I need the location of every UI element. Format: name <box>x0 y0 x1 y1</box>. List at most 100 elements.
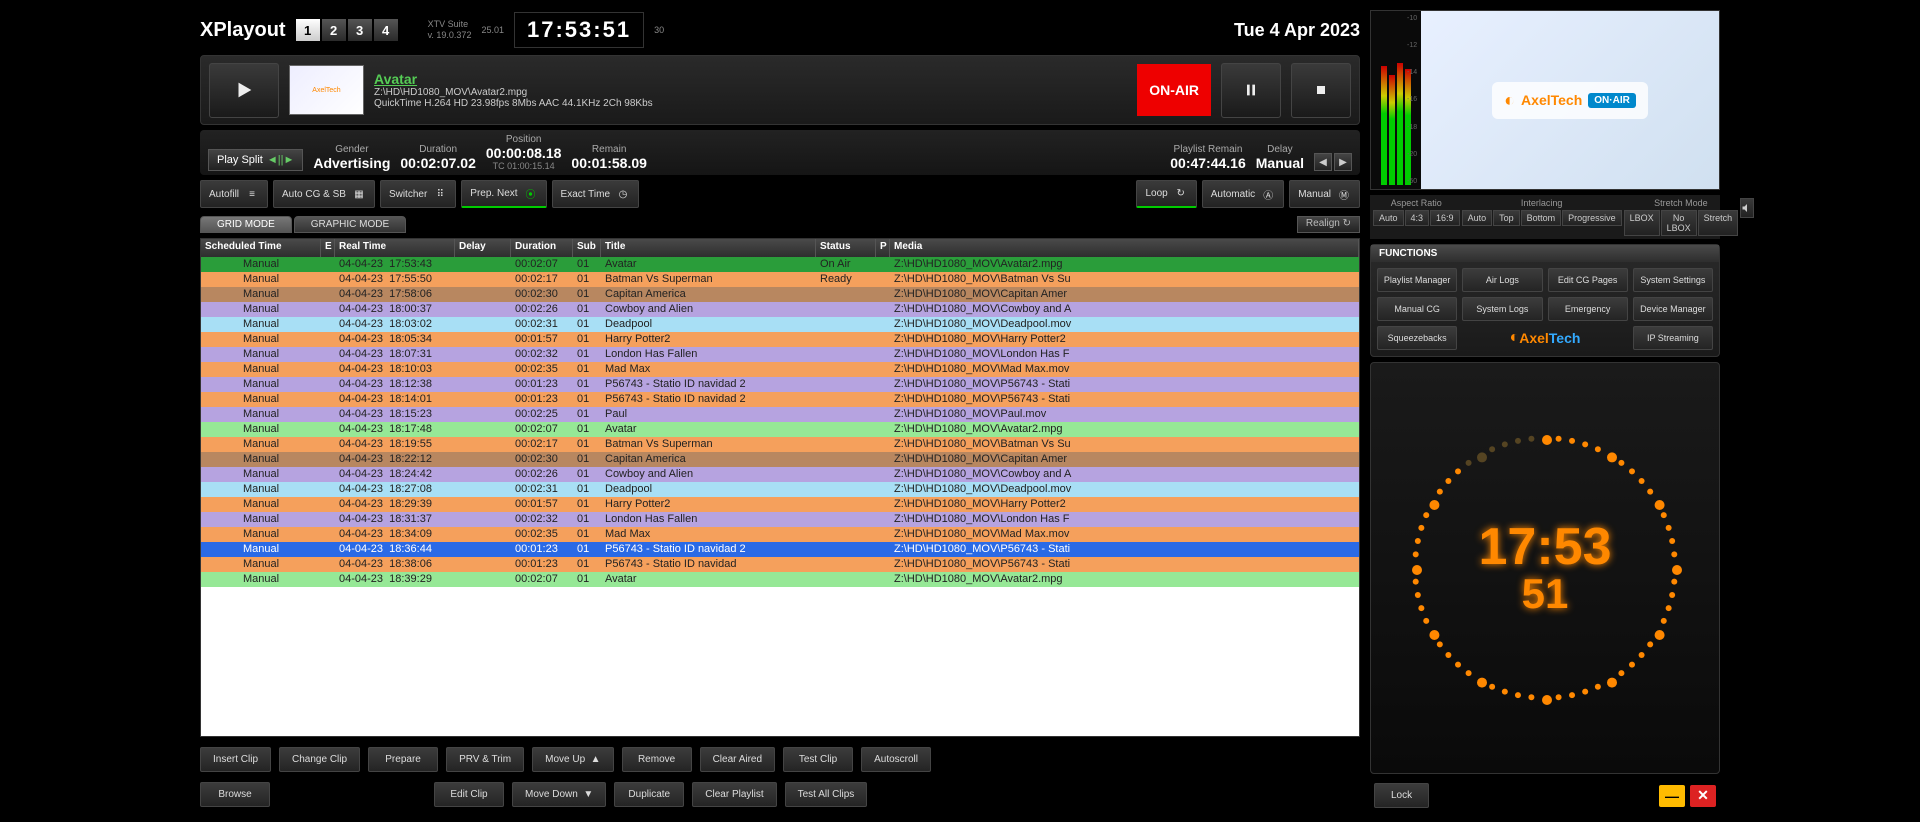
aspect-169[interactable]: 16:9 <box>1430 210 1460 226</box>
fn-system-logs[interactable]: System Logs <box>1462 297 1542 321</box>
playlist-header: Scheduled Time E Real Time Delay Duratio… <box>201 239 1359 257</box>
channel-tab-4[interactable]: 4 <box>374 19 398 41</box>
header: XPlayout 1 2 3 4 XTV Suite v. 19.0.372 2… <box>200 10 1360 50</box>
mute-button[interactable] <box>1740 198 1754 218</box>
interlace-auto[interactable]: Auto <box>1462 210 1493 226</box>
table-row[interactable]: Manual04-04-23 18:14:0100:01:2301P56743 … <box>201 392 1359 407</box>
header-clock: 17:53:51 <box>514 12 644 48</box>
nav-next-button[interactable]: ▶ <box>1334 153 1352 171</box>
action-autoscroll[interactable]: Autoscroll <box>861 747 931 772</box>
table-row[interactable]: Manual04-04-23 18:22:1200:02:3001Capitan… <box>201 452 1359 467</box>
action-browse[interactable]: Browse <box>200 782 270 807</box>
col-duration[interactable]: Duration <box>511 239 573 257</box>
action-prv-trim[interactable]: PRV & Trim <box>446 747 524 772</box>
action-duplicate[interactable]: Duplicate <box>614 782 684 807</box>
realign-button[interactable]: Realign ↻ <box>1297 216 1360 233</box>
audio-meters: -10-12-14-16-18-20-50 <box>1371 11 1421 189</box>
minimize-button[interactable]: — <box>1659 785 1685 807</box>
autocg-button[interactable]: Auto CG & SB▦ <box>273 180 375 208</box>
table-row[interactable]: Manual04-04-23 18:27:0800:02:3101Deadpoo… <box>201 482 1359 497</box>
action-remove[interactable]: Remove <box>622 747 692 772</box>
nav-prev-button[interactable]: ◀ <box>1314 153 1332 171</box>
table-row[interactable]: Manual04-04-23 18:10:0300:02:3501Mad Max… <box>201 362 1359 377</box>
autofill-button[interactable]: Autofill≡ <box>200 180 268 208</box>
channel-tab-1[interactable]: 1 <box>296 19 320 41</box>
col-scheduled[interactable]: Scheduled Time <box>201 239 321 257</box>
table-row[interactable]: Manual04-04-23 18:34:0900:02:3501Mad Max… <box>201 527 1359 542</box>
table-row[interactable]: Manual04-04-23 18:15:2300:02:2501PaulZ:\… <box>201 407 1359 422</box>
col-media[interactable]: Media <box>890 239 1359 257</box>
aspect-auto[interactable]: Auto <box>1373 210 1404 226</box>
channel-tab-2[interactable]: 2 <box>322 19 346 41</box>
action-test-clip[interactable]: Test Clip <box>783 747 853 772</box>
fn-manual-cg[interactable]: Manual CG <box>1377 297 1457 321</box>
table-row[interactable]: Manual04-04-23 17:55:5000:02:1701Batman … <box>201 272 1359 287</box>
loop-button[interactable]: Loop↻ <box>1136 180 1196 208</box>
table-row[interactable]: Manual04-04-23 18:31:3700:02:3201London … <box>201 512 1359 527</box>
fn-squeezebacks[interactable]: Squeezebacks <box>1377 326 1457 350</box>
manual-button[interactable]: ManualⓂ <box>1289 180 1360 208</box>
switcher-button[interactable]: Switcher⠿ <box>380 180 456 208</box>
play-button[interactable] <box>209 63 279 118</box>
table-row[interactable]: Manual04-04-23 18:38:0600:01:2301P56743 … <box>201 557 1359 572</box>
table-row[interactable]: Manual04-04-23 18:00:3700:02:2601Cowboy … <box>201 302 1359 317</box>
col-e[interactable]: E <box>321 239 335 257</box>
fn-system-settings[interactable]: System Settings <box>1633 268 1713 292</box>
play-icon <box>233 79 255 101</box>
fn-edit-cg-pages[interactable]: Edit CG Pages <box>1548 268 1628 292</box>
close-button[interactable]: ✕ <box>1690 785 1716 807</box>
stretch-lbox[interactable]: LBOX <box>1624 210 1660 236</box>
table-row[interactable]: Manual04-04-23 18:17:4800:02:0701AvatarZ… <box>201 422 1359 437</box>
clock-icon: ◷ <box>616 187 630 201</box>
table-row[interactable]: Manual04-04-23 17:58:0600:02:3001Capitan… <box>201 287 1359 302</box>
fn-playlist-manager[interactable]: Playlist Manager <box>1377 268 1457 292</box>
action-move-up[interactable]: Move Up ▲ <box>532 747 613 772</box>
interlace-progressive[interactable]: Progressive <box>1562 210 1622 226</box>
pause-button[interactable] <box>1221 63 1281 118</box>
grid-mode-tab[interactable]: GRID MODE <box>200 216 292 233</box>
fn-air-logs[interactable]: Air Logs <box>1462 268 1542 292</box>
interlace-top[interactable]: Top <box>1493 210 1520 226</box>
stretch-stretch[interactable]: Stretch <box>1698 210 1739 236</box>
table-row[interactable]: Manual04-04-23 18:03:0200:02:3101Deadpoo… <box>201 317 1359 332</box>
automatic-button[interactable]: AutomaticⒶ <box>1202 180 1284 208</box>
fn-device-manager[interactable]: Device Manager <box>1633 297 1713 321</box>
action-clear-aired[interactable]: Clear Aired <box>700 747 775 772</box>
action-change-clip[interactable]: Change Clip <box>279 747 360 772</box>
play-split-button[interactable]: Play Split ◄||► <box>208 149 303 171</box>
col-title[interactable]: Title <box>601 239 816 257</box>
col-status[interactable]: Status <box>816 239 876 257</box>
fn-ip-streaming[interactable]: IP Streaming <box>1633 326 1713 350</box>
col-sub[interactable]: Sub <box>573 239 601 257</box>
fn-emergency[interactable]: Emergency <box>1548 297 1628 321</box>
interlacing-label: Interlacing <box>1462 198 1622 208</box>
action-move-down[interactable]: Move Down ▼ <box>512 782 606 807</box>
action-insert-clip[interactable]: Insert Clip <box>200 747 271 772</box>
action-edit-clip[interactable]: Edit Clip <box>434 782 504 807</box>
graphic-mode-tab[interactable]: GRAPHIC MODE <box>294 216 406 233</box>
aspect-43[interactable]: 4:3 <box>1405 210 1430 226</box>
stretch-nolbox[interactable]: No LBOX <box>1661 210 1697 236</box>
exact-time-button[interactable]: Exact Time◷ <box>552 180 639 208</box>
col-p[interactable]: P <box>876 239 890 257</box>
interlace-bottom[interactable]: Bottom <box>1521 210 1562 226</box>
table-row[interactable]: Manual04-04-23 18:05:3400:01:5701Harry P… <box>201 332 1359 347</box>
stop-button[interactable] <box>1291 63 1351 118</box>
channel-tab-3[interactable]: 3 <box>348 19 372 41</box>
col-delay[interactable]: Delay <box>455 239 511 257</box>
col-realtime[interactable]: Real Time <box>335 239 455 257</box>
table-row[interactable]: Manual04-04-23 18:29:3900:01:5701Harry P… <box>201 497 1359 512</box>
action-prepare[interactable]: Prepare <box>368 747 438 772</box>
table-row[interactable]: Manual04-04-23 18:24:4200:02:2601Cowboy … <box>201 467 1359 482</box>
table-row[interactable]: Manual04-04-23 17:53:4300:02:0701AvatarO… <box>201 257 1359 272</box>
now-playing-codec: QuickTime H.264 HD 23.98fps 8Mbs AAC 44.… <box>374 98 1127 109</box>
table-row[interactable]: Manual04-04-23 18:19:5500:02:1701Batman … <box>201 437 1359 452</box>
prep-next-button[interactable]: Prep. Next⦿ <box>461 180 546 208</box>
table-row[interactable]: Manual04-04-23 18:07:3100:02:3201London … <box>201 347 1359 362</box>
action-test-all-clips[interactable]: Test All Clips <box>785 782 868 807</box>
table-row[interactable]: Manual04-04-23 18:39:2900:02:0701AvatarZ… <box>201 572 1359 587</box>
table-row[interactable]: Manual04-04-23 18:36:4400:01:2301P56743 … <box>201 542 1359 557</box>
action-clear-playlist[interactable]: Clear Playlist <box>692 782 776 807</box>
lock-button[interactable]: Lock <box>1374 783 1429 808</box>
table-row[interactable]: Manual04-04-23 18:12:3800:01:2301P56743 … <box>201 377 1359 392</box>
